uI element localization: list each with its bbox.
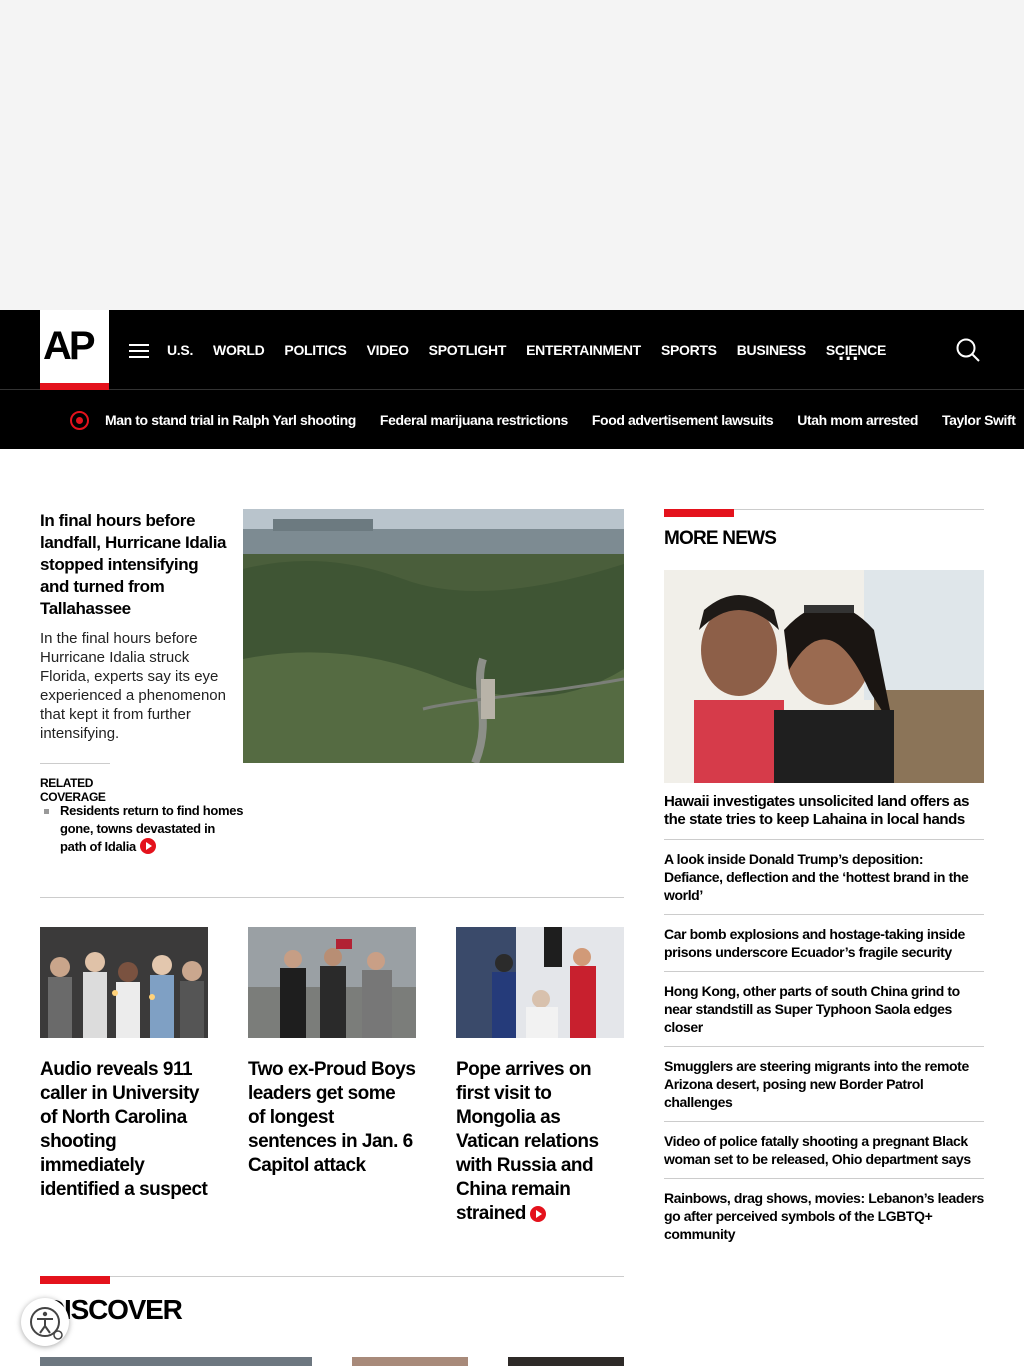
more-news-item[interactable]: A look inside Donald Trump’s deposition:…: [664, 850, 984, 915]
story-card-image[interactable]: [456, 927, 624, 1038]
play-icon: [529, 1206, 546, 1222]
more-news-image[interactable]: [664, 570, 984, 783]
story-card-title[interactable]: Two ex-Proud Boys leaders get some of lo…: [248, 1058, 416, 1178]
more-icon[interactable]: ...: [838, 340, 859, 366]
section-rule: [734, 509, 984, 510]
more-news-item[interactable]: Hawaii investigates unsolicited land off…: [664, 793, 984, 840]
trending-item[interactable]: Federal marijuana restrictions: [380, 412, 568, 428]
trending-item[interactable]: Utah mom arrested: [797, 412, 918, 428]
more-news-heading: MORE NEWS: [664, 528, 777, 549]
story-card-image[interactable]: [248, 927, 416, 1038]
nav-item-video[interactable]: VIDEO: [367, 342, 409, 358]
lead-story-image[interactable]: [243, 509, 624, 763]
nav-item-sports[interactable]: SPORTS: [661, 342, 717, 358]
search-icon[interactable]: [955, 337, 981, 363]
section-accent-bar: [664, 509, 734, 517]
section-rule: [110, 1276, 624, 1277]
related-coverage-link[interactable]: Residents return to find homes gone, tow…: [44, 802, 244, 856]
more-news-item[interactable]: Rainbows, drag shows, movies: Lebanon’s …: [664, 1189, 984, 1253]
accessibility-icon[interactable]: [21, 1298, 69, 1346]
discover-image[interactable]: [352, 1357, 468, 1366]
section-accent-bar: [40, 1276, 110, 1284]
story-card[interactable]: Two ex-Proud Boys leaders get some of lo…: [248, 927, 416, 1178]
story-card[interactable]: Audio reveals 911 caller in University o…: [40, 927, 208, 1202]
nav-item-business[interactable]: BUSINESS: [737, 342, 806, 358]
nav-item-entertainment[interactable]: ENTERTAINMENT: [526, 342, 641, 358]
more-news-item[interactable]: Car bomb explosions and hostage-taking i…: [664, 925, 984, 972]
discover-image[interactable]: [40, 1357, 312, 1366]
trending-item[interactable]: Food advertisement lawsuits: [592, 412, 774, 428]
nav-item-politics[interactable]: POLITICS: [284, 342, 346, 358]
trending-list: Man to stand trial in Ralph Yarl shootin…: [105, 390, 1024, 449]
trending-item[interactable]: Taylor Swift: [942, 412, 1016, 428]
story-card-title[interactable]: Pope arrives on first visit to Mongolia …: [456, 1058, 624, 1226]
more-news-item[interactable]: Smugglers are steering migrants into the…: [664, 1057, 984, 1122]
nav-item-us[interactable]: U.S.: [167, 342, 193, 358]
story-card-image[interactable]: [40, 927, 208, 1038]
trending-bar: Man to stand trial in Ralph Yarl shootin…: [0, 390, 1024, 449]
lead-story-description: In the final hours before Hurricane Idal…: [40, 630, 226, 742]
top-navigation: AP U.S. WORLD POLITICS VIDEO SPOTLIGHT E…: [0, 310, 1024, 390]
story-card[interactable]: Pope arrives on first visit to Mongolia …: [456, 927, 624, 1226]
main-nav: U.S. WORLD POLITICS VIDEO SPOTLIGHT ENTE…: [167, 310, 906, 390]
nav-item-world[interactable]: WORLD: [213, 342, 265, 358]
play-icon: [139, 838, 156, 854]
trending-item[interactable]: Man to stand trial in Ralph Yarl shootin…: [105, 412, 356, 428]
more-news-item[interactable]: Video of police fatally shooting a pregn…: [664, 1132, 984, 1179]
story-card-title[interactable]: Audio reveals 911 caller in University o…: [40, 1058, 208, 1202]
trending-icon: [70, 411, 89, 430]
ap-logo[interactable]: AP: [40, 310, 109, 390]
discover-image[interactable]: [508, 1357, 624, 1366]
lead-story-title[interactable]: In final hours before landfall, Hurrican…: [40, 510, 230, 620]
more-news-item[interactable]: Hong Kong, other parts of south China gr…: [664, 982, 984, 1047]
related-coverage-heading: RELATED COVERAGE: [40, 763, 110, 804]
section-divider: [40, 897, 624, 898]
more-news-list: Hawaii investigates unsolicited land off…: [664, 793, 984, 1263]
menu-icon[interactable]: [129, 344, 149, 358]
ad-space: [0, 0, 1024, 310]
nav-item-spotlight[interactable]: SPOTLIGHT: [429, 342, 507, 358]
